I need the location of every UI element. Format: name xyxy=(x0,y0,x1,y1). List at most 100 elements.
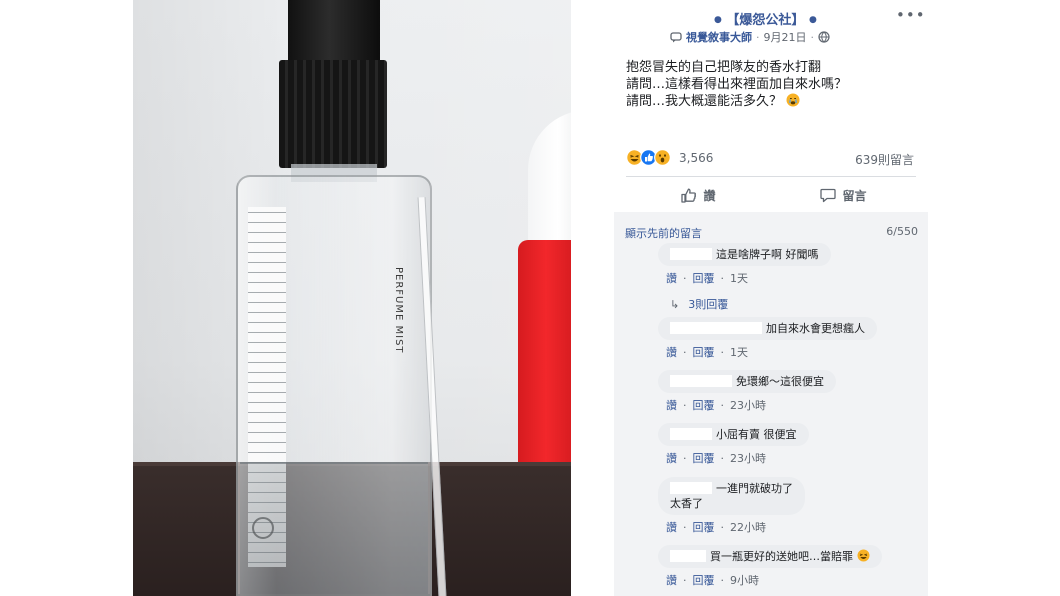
comment-time[interactable]: 9小時 xyxy=(730,574,759,587)
dot-separator: · xyxy=(683,399,687,412)
dot-separator: · xyxy=(683,574,687,587)
bottle-liquid xyxy=(240,462,428,594)
comment-text-line-2: 太香了 xyxy=(670,497,703,510)
spray-cap xyxy=(279,60,387,168)
globe-icon xyxy=(818,31,830,43)
bottle-brand-text: PERFUME MIST xyxy=(393,267,404,354)
author-badge-icon xyxy=(670,31,682,42)
comment-actions: 讚 · 回覆 · 1天 xyxy=(658,344,877,360)
comment-like-link[interactable]: 讚 xyxy=(666,399,677,412)
comment-bubble: 買一瓶更好的送她吧…當賠罪 xyxy=(658,545,882,568)
wow-reaction-icon xyxy=(654,149,671,166)
comment-time[interactable]: 1天 xyxy=(730,346,748,359)
crying-emoji-icon xyxy=(786,93,800,107)
post-author[interactable]: 視覺敘事大師 xyxy=(686,29,752,45)
comment-text: 免環鄉～這很便宜 xyxy=(736,375,824,388)
post-body: 抱怨冒失的自己把隊友的香水打翻 請問…這樣看得出來裡面加自來水嗎？ 請問…我大概… xyxy=(626,59,847,110)
post-meta: 視覺敘事大師 · 9月21日 · xyxy=(670,29,830,45)
comment-count[interactable]: 639則留言 xyxy=(855,151,914,168)
comment-text: 小屈有賣 很便宜 xyxy=(716,428,797,441)
masked-name xyxy=(670,550,706,562)
masked-name xyxy=(670,248,712,260)
dot-separator: · xyxy=(720,452,725,465)
comment-item: 小屈有賣 很便宜 讚 · 回覆 · 23小時 xyxy=(658,423,809,466)
comment-bubble: 小屈有賣 很便宜 xyxy=(658,423,809,446)
post-line-2: 請問…這樣看得出來裡面加自來水嗎？ xyxy=(626,77,848,92)
dot-separator: · xyxy=(683,346,687,359)
page-name[interactable]: 【爆怨公社】 xyxy=(726,13,804,28)
comment-time[interactable]: 23小時 xyxy=(730,399,766,412)
dot-icon: ● xyxy=(714,15,722,25)
comment-text: 這是啥牌子啊 好聞嗎 xyxy=(716,248,819,261)
dot-separator: · xyxy=(720,399,725,412)
comment-bubble-icon xyxy=(820,188,837,202)
post-line-1: 抱怨冒失的自己把隊友的香水打翻 xyxy=(626,60,822,75)
dot-separator: · xyxy=(720,574,725,587)
comment-like-link[interactable]: 讚 xyxy=(666,574,677,587)
meta-separator: · xyxy=(810,30,815,44)
page-name-row[interactable]: ● 【爆怨公社】 ● xyxy=(714,9,817,28)
dot-separator: · xyxy=(720,346,725,359)
post-line-3: 請問…我大概還能活多久？ xyxy=(626,93,847,110)
comment-like-link[interactable]: 讚 xyxy=(666,452,677,465)
masked-name xyxy=(670,375,732,387)
comment-text: 加自來水會更想瘋人 xyxy=(766,322,865,335)
comment-text: 一進門就破功了 xyxy=(716,482,793,495)
comment-like-link[interactable]: 讚 xyxy=(666,346,677,359)
comment-actions: 讚 · 回覆 · 23小時 xyxy=(658,450,809,466)
comment-reply-link[interactable]: 回覆 xyxy=(693,399,715,412)
like-label: 讚 xyxy=(703,188,716,203)
masked-name xyxy=(670,322,762,334)
comment-actions: 讚 · 回覆 · 1天 xyxy=(658,270,831,286)
thumb-up-icon xyxy=(681,188,697,203)
perfume-bottle: PERFUME MIST xyxy=(236,175,447,596)
comment-button[interactable]: 留言 xyxy=(771,181,916,209)
spray-nozzle xyxy=(288,0,380,62)
bottle-brand-label: PERFUME MIST xyxy=(393,267,404,354)
comment-line-1: 一進門就破功了 xyxy=(670,481,793,496)
comment-time[interactable]: 23小時 xyxy=(730,452,766,465)
comments-section: 顯示先前的留言 6/550 這是啥牌子啊 好聞嗎 讚 · 回覆 · 1天 ↳ 3則回覆 加… xyxy=(614,212,928,596)
comment-reply-link[interactable]: 回覆 xyxy=(693,346,715,359)
masked-name xyxy=(670,482,712,494)
comment-item: 這是啥牌子啊 好聞嗎 讚 · 回覆 · 1天 xyxy=(658,243,831,286)
reaction-count: 3,566 xyxy=(679,150,714,165)
dot-separator: · xyxy=(720,272,725,285)
laughing-emoji-icon xyxy=(857,549,869,562)
comment-reply-link[interactable]: 回覆 xyxy=(693,574,715,587)
comment-like-link[interactable]: 讚 xyxy=(666,521,677,534)
more-options-icon[interactable]: ••• xyxy=(896,6,926,24)
comment-like-link[interactable]: 讚 xyxy=(666,272,677,285)
comment-bubble: 免環鄉～這很便宜 xyxy=(658,370,836,393)
comment-item: 加自來水會更想瘋人 讚 · 回覆 · 1天 xyxy=(658,317,877,360)
masked-name xyxy=(670,428,712,440)
comment-bubble: 這是啥牌子啊 好聞嗎 xyxy=(658,243,831,266)
post-date[interactable]: 9月21日 xyxy=(764,29,807,45)
comment-time[interactable]: 1天 xyxy=(730,272,748,285)
comment-item: 免環鄉～這很便宜 讚 · 回覆 · 23小時 xyxy=(658,370,836,413)
meta-separator: · xyxy=(756,30,760,44)
comment-actions: 讚 · 回覆 · 9小時 xyxy=(658,572,882,588)
comment-reply-link[interactable]: 回覆 xyxy=(693,521,715,534)
comment-bubble: 加自來水會更想瘋人 xyxy=(658,317,877,340)
reaction-summary[interactable]: 3,566 xyxy=(626,149,713,166)
view-previous-comments-link[interactable]: 顯示先前的留言 xyxy=(625,225,702,241)
comment-actions: 讚 · 回覆 · 23小時 xyxy=(658,397,836,413)
like-button[interactable]: 讚 xyxy=(626,181,771,209)
post-photo[interactable]: PERFUME MIST xyxy=(133,0,571,596)
view-replies-link[interactable]: ↳ 3則回覆 xyxy=(670,296,728,312)
replies-label: 3則回覆 xyxy=(688,298,729,311)
dot-separator: · xyxy=(683,521,687,534)
action-bar: 讚 留言 xyxy=(626,181,916,209)
comment-reply-link[interactable]: 回覆 xyxy=(693,452,715,465)
dot-separator: · xyxy=(683,452,687,465)
comment-item: 買一瓶更好的送她吧…當賠罪 讚 · 回覆 · 9小時 xyxy=(658,545,882,588)
comment-label: 留言 xyxy=(842,188,867,203)
comment-time[interactable]: 22小時 xyxy=(730,521,766,534)
comment-bubble: 一進門就破功了 太香了 xyxy=(658,477,805,515)
dot-separator: · xyxy=(720,521,725,534)
comments-shown-count: 6/550 xyxy=(886,225,918,238)
dot-icon: ● xyxy=(808,15,817,25)
comment-item: 一進門就破功了 太香了 讚 · 回覆 · 22小時 xyxy=(658,477,805,535)
comment-reply-link[interactable]: 回覆 xyxy=(693,272,715,285)
